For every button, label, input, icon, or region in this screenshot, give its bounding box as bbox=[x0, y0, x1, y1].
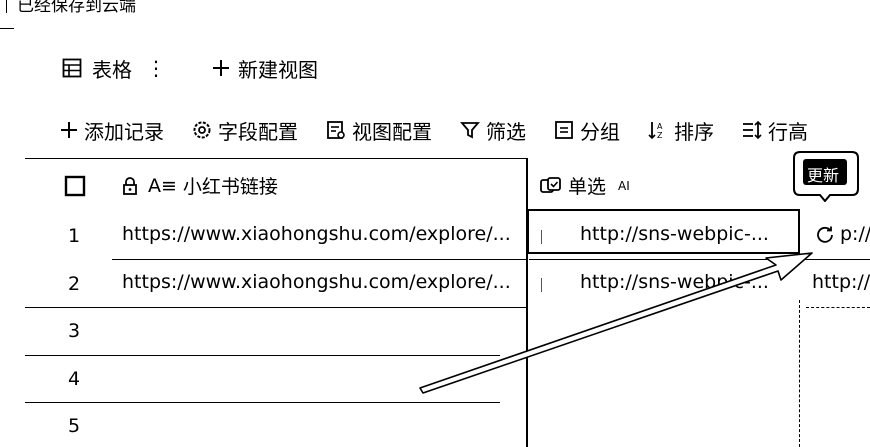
update-tooltip-label: 更新 bbox=[807, 166, 840, 185]
update-tooltip: 更新 bbox=[792, 149, 860, 202]
annotation-arrow bbox=[419, 252, 813, 394]
